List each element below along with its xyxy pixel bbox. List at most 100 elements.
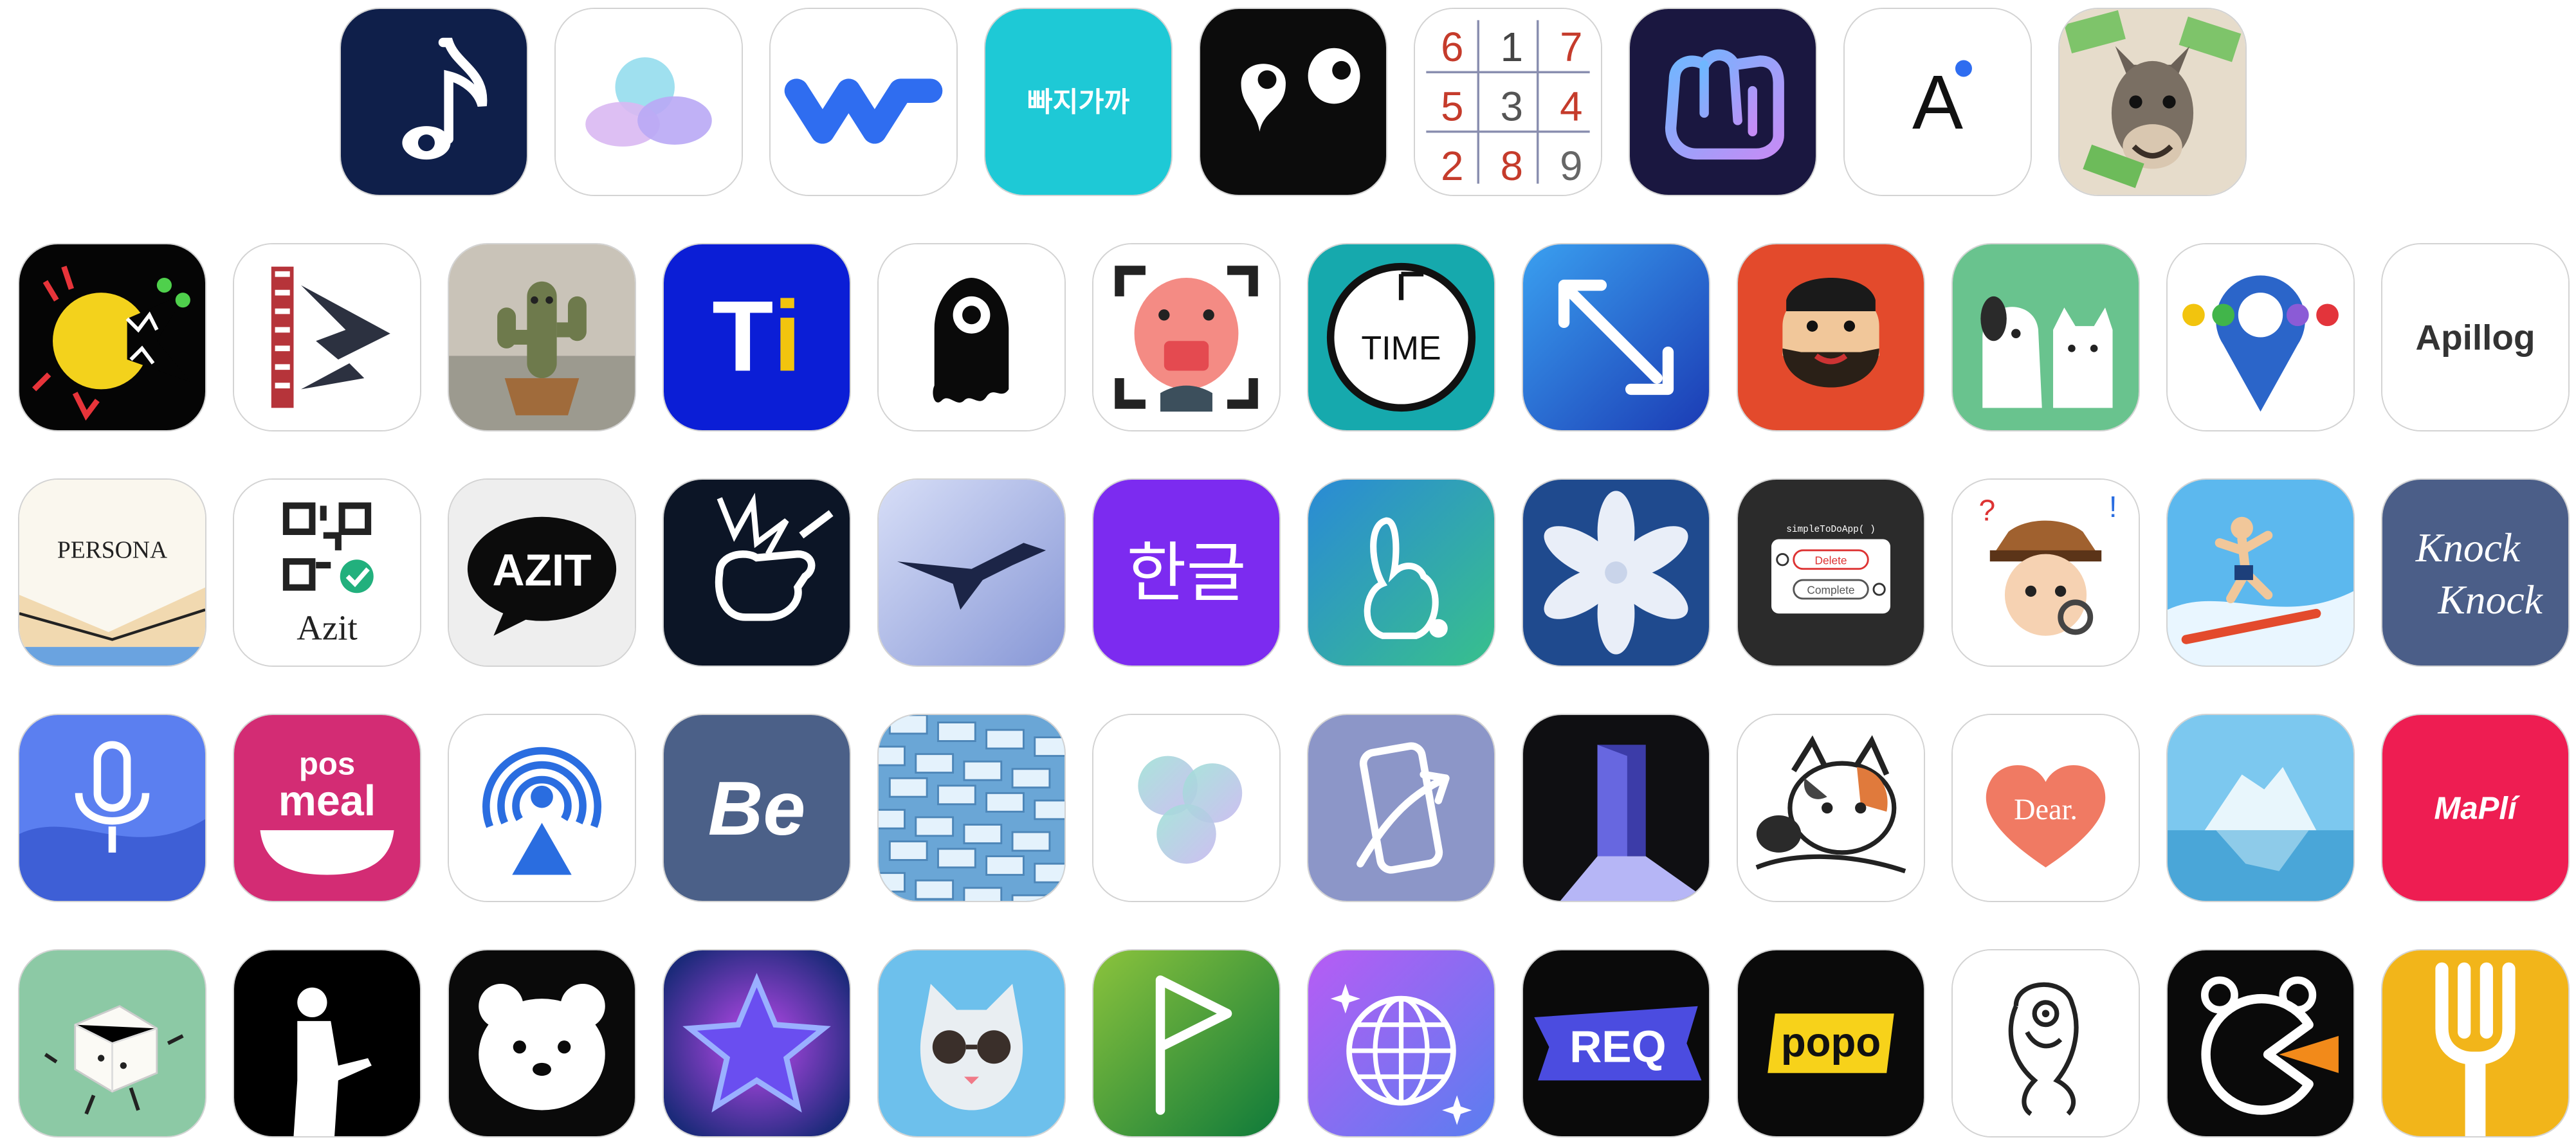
blue-w-wave-app-icon[interactable] [769,8,958,196]
disco-ball-app-icon[interactable] [1307,949,1495,1137]
time-clock-app-icon[interactable]: TIME [1307,243,1495,431]
map-pin-dots-app-icon[interactable] [2166,243,2355,431]
film-arrow-app-icon[interactable] [233,243,421,431]
pos-meal-graphic: pos meal [234,715,420,901]
bbajigagga-app-icon[interactable]: 빠지가까 [984,8,1173,196]
ti-logo-app-icon[interactable]: Ti [662,243,851,431]
pig-face-scan-app-icon[interactable] [1092,243,1281,431]
dear-heart-text: Dear. [2014,793,2078,826]
ti-logo-text: Ti [712,281,801,393]
persona-graphic: PERSONA [19,480,205,666]
simple-todo-app-icon[interactable]: simpleToDoApp( ) Delete Complete [1737,478,1925,667]
open-door-app-icon[interactable] [1522,714,1710,902]
black-ghost-eye-graphic [879,244,1064,430]
row-5: REQ popo [0,949,2576,1142]
sudoku-digit: 5 [1441,84,1463,129]
phone-arrow-app-icon[interactable] [1307,714,1495,902]
knock-knock-app-icon[interactable]: Knock Knock [2381,478,2570,667]
expand-arrows-graphic [1523,244,1709,430]
fork-app-icon[interactable] [2381,949,2570,1137]
bear-head-app-icon[interactable] [448,949,636,1137]
black-ghost-eye-app-icon[interactable] [877,243,1066,431]
yellow-monster-app-icon[interactable] [18,243,206,431]
snowflake-flower-app-icon[interactable] [1522,478,1710,667]
pos-meal-app-icon[interactable]: pos meal [233,714,421,902]
pterodactyl-app-icon[interactable] [877,478,1066,667]
mapli-app-icon[interactable]: MaPlí [2381,714,2570,902]
sudoku-digit: 7 [1560,24,1582,70]
simple-todo-graphic: simpleToDoApp( ) Delete Complete [1738,480,1924,666]
tofu-cube-app-icon[interactable] [18,949,206,1137]
azit-bubble-graphic: AZIT [449,480,635,666]
blue-w-wave-graphic [771,9,956,195]
pastel-blobs-app-icon[interactable] [554,8,743,196]
azit-speech-bubble-app-icon[interactable]: AZIT [448,478,636,667]
azit-qr-text: Azit [297,608,358,648]
green-flag-graphic [1093,950,1279,1136]
apillog-app-icon-text: Apillog [2415,318,2535,358]
req-text: REQ [1569,1021,1666,1071]
req-ribbon-app-icon[interactable]: REQ [1522,949,1710,1137]
persona-book-app-icon[interactable]: PERSONA [18,478,206,667]
todo-complete-label: Complete [1807,584,1854,597]
azit-qr-app-icon[interactable]: Azit [233,478,421,667]
expand-arrows-app-icon[interactable] [1522,243,1710,431]
detective-kid-graphic: ? ! [1953,480,2139,666]
bearded-man-app-icon[interactable] [1737,243,1925,431]
music-note-eye-graphic [341,9,527,195]
microphone-wave-app-icon[interactable] [18,714,206,902]
microphone-wave-graphic [19,715,205,901]
sudoku-digit: 4 [1560,84,1582,129]
req-ribbon-graphic: REQ [1523,950,1709,1136]
popo-app-icon[interactable]: popo [1737,949,1925,1137]
glowing-star-app-icon[interactable] [662,949,851,1137]
pastel-blobs-graphic [556,9,742,195]
hangul-app-icon-text: 한글 [1126,537,1246,610]
broadcast-person-app-icon[interactable] [448,714,636,902]
bbajigagga-app-icon-text: 빠지가까 [1027,87,1130,118]
popo-graphic: popo [1738,950,1924,1136]
knock-line-1: Knock [2415,525,2521,570]
detective-kid-app-icon[interactable]: ? ! [1951,478,2140,667]
apillog-app-icon[interactable]: Apillog [2381,243,2570,431]
green-flag-app-icon[interactable] [1092,949,1281,1137]
pacman-bear-app-icon[interactable] [2166,949,2355,1137]
knock-line-2: Knock [2437,577,2543,622]
map-pin-dots-graphic [2168,244,2353,430]
tofu-cube-graphic [19,950,205,1136]
sudoku-digit: 8 [1501,143,1523,189]
cat-sunglasses-app-icon[interactable] [877,949,1066,1137]
dancing-cactus-app-icon[interactable] [448,243,636,431]
black-eyes-face-app-icon[interactable] [1199,8,1387,196]
sudoku-grid-app-icon[interactable]: 617 534 289 [1414,8,1602,196]
purple-fist-app-icon[interactable] [1629,8,1817,196]
calico-cat-mask-app-icon[interactable] [1737,714,1925,902]
surfer-app-icon[interactable] [2166,478,2355,667]
open-door-graphic [1523,715,1709,901]
fidget-spinner-app-icon[interactable] [1092,714,1281,902]
ti-logo-graphic: Ti [664,244,850,430]
silhouette-man-app-icon[interactable] [233,949,421,1137]
bear-head-graphic [449,950,635,1136]
persona-title: PERSONA [57,537,167,563]
dear-heart-app-icon[interactable]: Dear. [1951,714,2140,902]
music-note-eye-app-icon[interactable] [340,8,528,196]
row-3: PERSONA Azit AZIT 한글 simpleToDoApp() De… [0,478,2576,671]
app-icon-grid: 빠지가까 617534289 A Ti TIME Apillog PERSONA… [0,0,2576,1137]
fist-punch-app-icon[interactable] [662,478,851,667]
blue-bricks-app-icon[interactable] [877,714,1066,902]
broadcast-person-graphic [449,715,635,901]
parrot-sketch-app-icon[interactable] [1951,949,2140,1137]
iceberg-app-icon[interactable] [2166,714,2355,902]
popo-text: popo [1781,1020,1881,1065]
hangul-app-icon[interactable]: 한글 [1092,478,1281,667]
dog-and-cat-app-icon[interactable] [1951,243,2140,431]
donkey-money-app-icon[interactable] [2058,8,2247,196]
snowflake-flower-graphic [1523,480,1709,666]
letter-a-dot-app-icon[interactable]: A [1843,8,2032,196]
rabbit-outline-app-icon[interactable] [1307,478,1495,667]
be-script-app-icon[interactable]: Be [662,714,851,902]
todo-delete-label: Delete [1814,554,1847,566]
todo-title: simpleToDoApp( ) [1786,525,1876,535]
disco-ball-graphic [1308,950,1494,1136]
